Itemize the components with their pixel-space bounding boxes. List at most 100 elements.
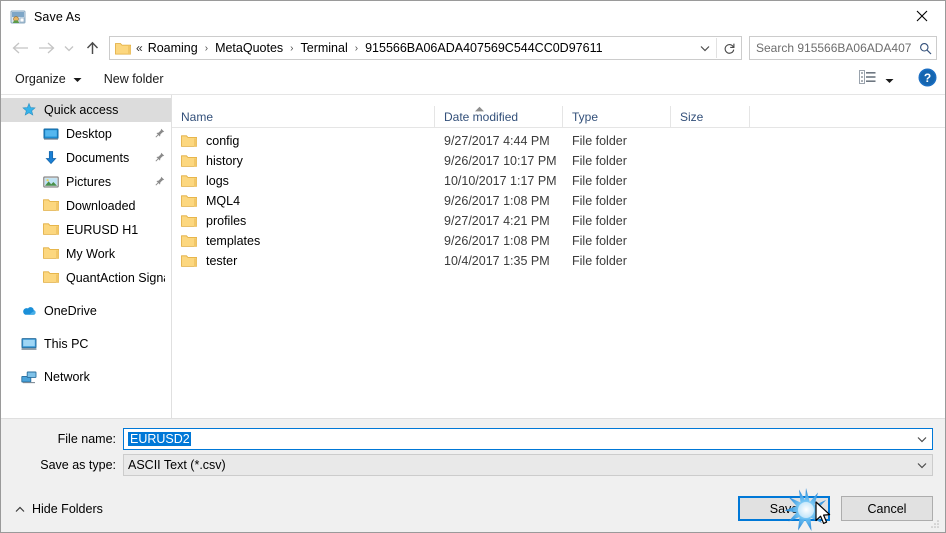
file-name-cell: MQL4 xyxy=(172,194,435,208)
table-row[interactable]: logs 10/10/2017 1:17 PM File folder xyxy=(172,171,945,191)
hide-folders-button[interactable]: Hide Folders xyxy=(15,502,103,516)
close-icon[interactable] xyxy=(899,1,945,31)
column-header-label: Size xyxy=(680,109,704,124)
breadcrumb-item-1[interactable]: MetaQuotes xyxy=(213,41,285,55)
search-input[interactable] xyxy=(750,40,914,56)
breadcrumb-item-0[interactable]: Roaming xyxy=(146,41,200,55)
file-name-label: config xyxy=(206,134,240,148)
save-as-type-row: Save as type: ASCII Text (*.csv) xyxy=(1,454,945,476)
table-row[interactable]: templates 9/26/2017 1:08 PM File folder xyxy=(172,231,945,251)
folder-icon xyxy=(181,134,197,148)
table-row[interactable]: profiles 9/27/2017 4:21 PM File folder xyxy=(172,211,945,231)
breadcrumb-separator-2: › xyxy=(354,42,359,54)
table-row[interactable]: tester 10/4/2017 1:35 PM File folder xyxy=(172,251,945,271)
navigation-pane[interactable]: Quick access Desktop Documents Pictures … xyxy=(1,95,172,418)
organize-button[interactable]: Organize xyxy=(15,72,82,86)
column-header-date-modified[interactable]: Date modified xyxy=(435,105,563,128)
sidebar-item-desktop[interactable]: Desktop xyxy=(1,122,171,146)
breadcrumb-item-3[interactable]: 915566BA06ADA407569C544CC0D97611 xyxy=(363,41,604,55)
type-cell: File folder xyxy=(572,214,627,228)
sidebar-item-downloaded[interactable]: Downloaded xyxy=(1,194,171,218)
window-title: Save As xyxy=(34,9,81,24)
search-icon xyxy=(914,42,936,55)
table-row[interactable]: MQL4 9/26/2017 1:08 PM File folder xyxy=(172,191,945,211)
save-button[interactable]: Save xyxy=(738,496,830,521)
date-modified-cell: 9/26/2017 1:08 PM xyxy=(444,194,550,208)
sidebar-item-my-work[interactable]: My Work xyxy=(1,242,171,266)
type-cell: File folder xyxy=(572,134,627,148)
sidebar-item-quantaction-signal[interactable]: QuantAction Signal xyxy=(1,266,171,290)
save-as-icon xyxy=(10,9,26,25)
sidebar-item-quick-access[interactable]: Quick access xyxy=(1,98,171,122)
up-one-level-button[interactable] xyxy=(79,35,105,61)
refresh-icon[interactable] xyxy=(717,37,741,59)
breadcrumb-separator-1: › xyxy=(290,42,294,54)
dialog-body: Quick access Desktop Documents Pictures … xyxy=(1,95,945,418)
sidebar-item-label: EURUSD H1 xyxy=(66,223,139,237)
column-header-type[interactable]: Type xyxy=(563,105,671,128)
table-row[interactable]: config 9/27/2017 4:44 PM File folder xyxy=(172,131,945,151)
file-name-label: File name: xyxy=(57,432,116,446)
pin-icon[interactable] xyxy=(151,151,165,165)
help-button[interactable]: ? xyxy=(918,68,937,92)
file-name-label: templates xyxy=(206,234,261,248)
file-name-cell: profiles xyxy=(172,214,435,228)
change-view-button[interactable] xyxy=(855,70,898,89)
back-button[interactable] xyxy=(7,35,33,61)
chevron-down-icon[interactable] xyxy=(912,436,932,443)
cancel-button[interactable]: Cancel xyxy=(841,496,933,521)
breadcrumb-separator-0: › xyxy=(204,42,209,54)
pictures-icon xyxy=(43,174,59,190)
search-box[interactable] xyxy=(749,36,937,60)
help-icon: ? xyxy=(918,68,937,92)
recent-locations-button[interactable] xyxy=(59,35,79,61)
sidebar-item-network[interactable]: Network xyxy=(1,365,171,389)
file-list-pane: Name Date modified Type Size config 9/27… xyxy=(172,95,945,418)
breadcrumb-item-2[interactable]: Terminal xyxy=(299,41,350,55)
pin-icon[interactable] xyxy=(151,175,165,189)
sort-ascending-icon xyxy=(474,99,485,117)
hide-folders-label: Hide Folders xyxy=(32,501,103,516)
new-folder-button[interactable]: New folder xyxy=(104,72,164,86)
file-rows: config 9/27/2017 4:44 PM File folder his… xyxy=(172,128,945,418)
sidebar-item-eurusd-h1[interactable]: EURUSD H1 xyxy=(1,218,171,242)
save-as-dialog: Save As « Roaming › MetaQuotes › Termina… xyxy=(0,0,946,533)
sidebar-item-label: My Work xyxy=(66,247,116,261)
sidebar-item-onedrive[interactable]: OneDrive xyxy=(1,299,171,323)
sidebar-item-label: Downloaded xyxy=(66,199,136,213)
dialog-button-bar: Hide Folders Save Cancel xyxy=(1,485,945,532)
thispc-icon xyxy=(21,336,37,352)
folder-icon xyxy=(43,270,59,286)
sidebar-item-label: Pictures xyxy=(66,175,112,189)
file-name-cell: logs xyxy=(172,174,435,188)
breadcrumb-overflow[interactable]: « xyxy=(135,41,146,55)
column-header-size[interactable]: Size xyxy=(671,105,750,128)
resize-grip[interactable] xyxy=(929,517,941,529)
table-row[interactable]: history 9/26/2017 10:17 PM File folder xyxy=(172,151,945,171)
sidebar-item-pictures[interactable]: Pictures xyxy=(1,170,171,194)
chevron-down-icon[interactable] xyxy=(694,37,716,59)
folder-icon xyxy=(181,154,197,168)
column-header-name[interactable]: Name xyxy=(172,105,435,128)
sidebar-item-this-pc[interactable]: This PC xyxy=(1,332,171,356)
chevron-down-icon[interactable] xyxy=(912,462,932,469)
navigation-bar: « Roaming › MetaQuotes › Terminal › 9155… xyxy=(1,32,945,64)
address-bar[interactable]: « Roaming › MetaQuotes › Terminal › 9155… xyxy=(109,36,742,60)
folder-icon xyxy=(181,214,197,228)
breadcrumb: « Roaming › MetaQuotes › Terminal › 9155… xyxy=(135,41,694,55)
pin-icon[interactable] xyxy=(151,127,165,141)
svg-text:?: ? xyxy=(924,71,931,85)
folder-icon xyxy=(115,41,131,55)
dialog-actions: Save Cancel xyxy=(738,496,933,521)
sidebar-item-label: Quick access xyxy=(44,103,119,117)
save-as-type-select[interactable]: ASCII Text (*.csv) xyxy=(123,454,933,476)
sidebar-item-documents[interactable]: Documents xyxy=(1,146,171,170)
forward-button[interactable] xyxy=(33,35,59,61)
column-headers: Name Date modified Type Size xyxy=(172,105,945,128)
network-icon xyxy=(21,369,37,385)
type-cell: File folder xyxy=(572,194,627,208)
file-name-input[interactable]: EURUSD2 xyxy=(123,428,933,450)
save-as-type-label: Save as type: xyxy=(40,458,116,472)
